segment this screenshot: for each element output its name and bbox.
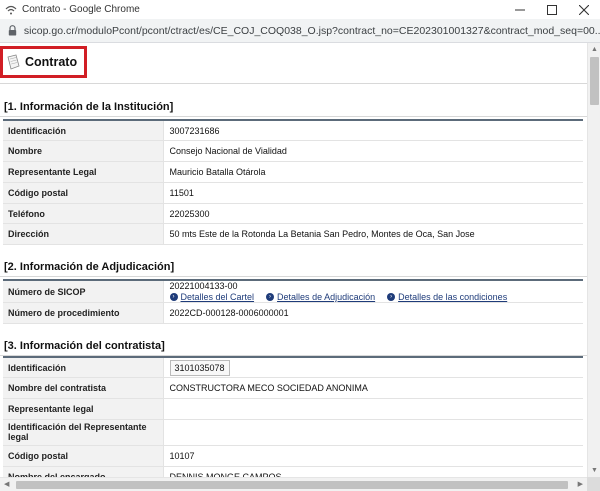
row-label: Representante legal [3, 398, 163, 420]
row-value: 10107 [162, 445, 583, 467]
table-row: Nombre Consejo Nacional de Vialidad [3, 140, 583, 163]
document-icon [6, 54, 21, 70]
table-row: Código postal 11501 [3, 182, 583, 204]
row-label: Identificación del Representante legal [3, 419, 163, 446]
row-label: Representante Legal [3, 161, 163, 183]
sicop-number: 20221004133-00 [169, 281, 238, 291]
link-detalles-adjudicacion[interactable]: › Detalles de Adjudicación [266, 292, 375, 302]
sicop-links: › Detalles del Cartel › Detalles de Adjudi… [169, 292, 584, 302]
minimize-button[interactable] [504, 0, 536, 19]
table-row: Nombre del encargado DENNIS MONGE CAMPOS [3, 466, 583, 477]
row-value: 11501 [162, 182, 583, 204]
row-label: Número de SICOP [3, 280, 163, 303]
identificacion-field: 3101035078 [169, 359, 230, 376]
arrow-circle-icon: › [387, 293, 396, 301]
window-title: Contrato - Google Chrome [22, 4, 140, 15]
row-label: Teléfono [3, 203, 163, 225]
header-divider [0, 83, 587, 84]
vertical-scroll-thumb[interactable] [590, 57, 599, 105]
link-detalles-cartel[interactable]: › Detalles del Cartel [169, 292, 255, 302]
row-value: Consejo Nacional de Vialidad [162, 140, 583, 163]
section-divider [0, 116, 587, 117]
row-value: Mauricio Batalla Otárola [162, 161, 583, 183]
row-label: Identificación [3, 120, 163, 142]
link-label[interactable]: Detalles de las condiciones [398, 292, 507, 302]
row-label: Dirección [3, 223, 163, 246]
row-value [162, 419, 583, 446]
table-row: Identificación 3007231686 [3, 120, 583, 142]
row-value: 22025300 [162, 203, 583, 225]
table-row: Número de SICOP 20221004133-00 › Detalles… [3, 280, 583, 303]
link-detalles-condiciones[interactable]: › Detalles de las condiciones [387, 292, 507, 302]
lock-icon[interactable] [6, 25, 20, 36]
page-favicon-icon [5, 4, 17, 16]
page-header: Contrato [0, 46, 87, 78]
row-value: 3007231686 [162, 120, 583, 142]
arrow-circle-icon: › [169, 293, 178, 301]
link-label[interactable]: Detalles de Adjudicación [277, 292, 375, 302]
row-label: Número de procedimiento [3, 302, 163, 324]
table-row: Número de procedimiento 2022CD-000128-000… [3, 302, 583, 324]
row-value: CONSTRUCTORA MECO SOCIEDAD ANONIMA [162, 377, 583, 400]
row-value: 50 mts Este de la Rotonda La Betania San… [162, 223, 583, 246]
sicop-cell: 20221004133-00 › Detalles del Cartel › Det… [162, 280, 584, 303]
scroll-right-icon[interactable]: ▶ [578, 480, 583, 488]
table-row: Dirección 50 mts Este de la Rotonda La Be… [3, 223, 583, 246]
link-label[interactable]: Detalles del Cartel [181, 292, 255, 302]
horizontal-scrollbar[interactable]: ◀ ▶ [0, 477, 587, 491]
table-row: Identificación del Representante legal [3, 419, 583, 446]
scroll-up-icon[interactable]: ▲ [590, 45, 599, 54]
row-label: Nombre del encargado [3, 466, 163, 477]
section-institucion-title: [1. Información de la Institución] [4, 101, 174, 113]
section-divider [0, 276, 587, 277]
window-titlebar: Contrato - Google Chrome [0, 0, 600, 19]
scroll-left-icon[interactable]: ◀ [4, 480, 9, 488]
section-adjudicacion-title: [2. Información de Adjudicación] [4, 261, 175, 273]
scroll-down-icon[interactable]: ▼ [590, 466, 599, 475]
row-label: Nombre [3, 140, 163, 163]
institucion-table: Identificación 3007231686 Nombre Consejo N… [3, 119, 583, 246]
horizontal-scroll-thumb[interactable] [16, 481, 568, 489]
row-label: Nombre del contratista [3, 377, 163, 400]
scrollbar-corner [587, 477, 600, 491]
table-row: Teléfono 22025300 [3, 203, 583, 225]
table-row: Representante Legal Mauricio Batalla Otár… [3, 161, 583, 183]
contratista-table: Identificación 3101035078 Nombre del cont… [3, 356, 583, 477]
address-bar[interactable]: sicop.go.cr/moduloPcont/pcont/ctract/es/… [0, 19, 600, 43]
table-row: Representante legal [3, 398, 583, 420]
table-row: Identificación 3101035078 [3, 357, 583, 379]
arrow-circle-icon: › [266, 293, 275, 301]
table-row: Nombre del contratista CONSTRUCTORA MECO … [3, 377, 583, 400]
row-value: DENNIS MONGE CAMPOS [162, 466, 583, 477]
row-label: Código postal [3, 445, 163, 467]
row-value [162, 398, 583, 420]
url-text[interactable]: sicop.go.cr/moduloPcont/pcont/ctract/es/… [24, 25, 600, 37]
page-title: Contrato [25, 55, 78, 69]
maximize-button[interactable] [536, 0, 568, 19]
row-label: Identificación [3, 357, 163, 379]
page-content: Contrato [1. Información de la Instituci… [0, 43, 587, 477]
vertical-scrollbar[interactable]: ▲ ▼ [587, 43, 600, 477]
row-label: Código postal [3, 182, 163, 204]
row-value-cell: 3101035078 [162, 357, 583, 379]
close-button[interactable] [568, 0, 600, 19]
section-contratista-title: [3. Información del contratista] [4, 340, 165, 352]
adjudicacion-table: Número de SICOP 20221004133-00 › Detalles… [3, 279, 583, 324]
row-value: 2022CD-000128-0006000001 [162, 302, 583, 324]
table-row: Código postal 10107 [3, 445, 583, 467]
